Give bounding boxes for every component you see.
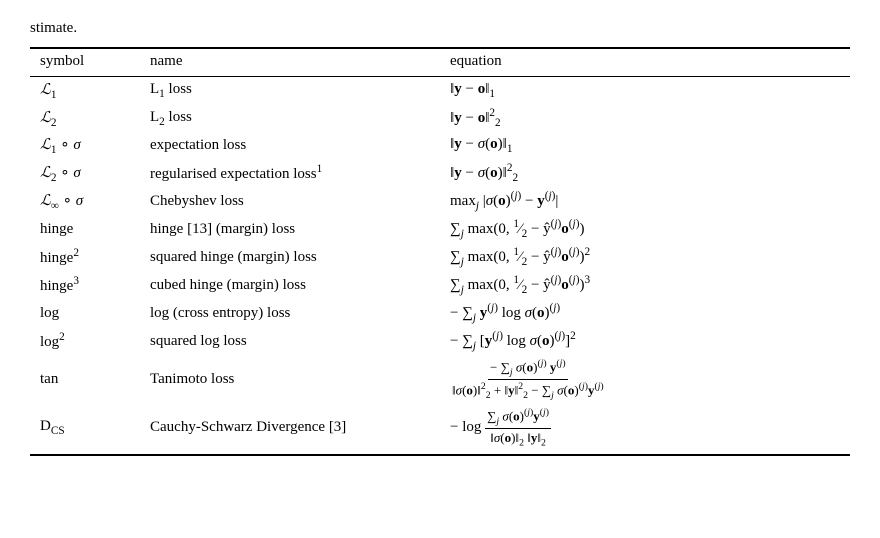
cell-symbol: hinge3 bbox=[30, 271, 140, 299]
table-row: ℒ2L2 loss‖y − o‖22 bbox=[30, 104, 850, 132]
cell-equation: ∑j max(0, 1⁄2 − ŷ(j)o(j))3 bbox=[440, 271, 850, 299]
cell-equation: − ∑j y(j) log σ(o)(j) bbox=[440, 299, 850, 327]
table-row: ℒ1 ∘ σexpectation loss‖y − σ(o)‖1 bbox=[30, 132, 850, 159]
cell-symbol: ℒ1 bbox=[30, 77, 140, 105]
cell-name: squared hinge (margin) loss bbox=[140, 243, 440, 271]
header-equation: equation bbox=[440, 48, 850, 77]
cell-equation: ‖y − o‖1 bbox=[440, 77, 850, 105]
cell-equation: − ∑j [y(j) log σ(o)(j)]2 bbox=[440, 327, 850, 355]
eq-denominator: ‖σ(o)‖22 + ‖y‖22 − ∑j σ(o)(j)y(j) bbox=[450, 380, 606, 401]
table-row: DCSCauchy-Schwarz Divergence [3]− log ∑j… bbox=[30, 404, 850, 456]
cell-name: Cauchy-Schwarz Divergence [3] bbox=[140, 404, 440, 456]
cell-symbol: ℒ1 ∘ σ bbox=[30, 132, 140, 159]
eq-numerator: − ∑j σ(o)(j) y(j) bbox=[488, 358, 568, 380]
cell-name: hinge [13] (margin) loss bbox=[140, 215, 440, 243]
cell-symbol: hinge bbox=[30, 215, 140, 243]
cell-symbol: tan bbox=[30, 355, 140, 404]
table-row: hingehinge [13] (margin) loss∑j max(0, 1… bbox=[30, 215, 850, 243]
cell-equation: − ∑j σ(o)(j) y(j) ‖σ(o)‖22 + ‖y‖22 − ∑j … bbox=[440, 355, 850, 404]
cell-symbol: ℒ2 ∘ σ bbox=[30, 159, 140, 187]
cell-name: cubed hinge (margin) loss bbox=[140, 271, 440, 299]
cell-equation: ∑j max(0, 1⁄2 − ŷ(j)o(j))2 bbox=[440, 243, 850, 271]
table-row: ℒ2 ∘ σregularised expectation loss1‖y − … bbox=[30, 159, 850, 187]
table-row: hinge2squared hinge (margin) loss∑j max(… bbox=[30, 243, 850, 271]
cell-name: log (cross entropy) loss bbox=[140, 299, 440, 327]
cell-equation: ∑j max(0, 1⁄2 − ŷ(j)o(j)) bbox=[440, 215, 850, 243]
eq-numerator: ∑j σ(o)(j)y(j) bbox=[485, 407, 551, 429]
table-row: loglog (cross entropy) loss− ∑j y(j) log… bbox=[30, 299, 850, 327]
loss-table: symbol name equation ℒ1L1 loss‖y − o‖1ℒ2… bbox=[30, 47, 850, 456]
header-name: name bbox=[140, 48, 440, 77]
loss-table-wrapper: symbol name equation ℒ1L1 loss‖y − o‖1ℒ2… bbox=[30, 47, 850, 456]
cell-symbol: ℒ2 bbox=[30, 104, 140, 132]
table-row: ℒ∞ ∘ σChebyshev lossmaxj |σ(o)(j) − y(j)… bbox=[30, 187, 850, 215]
intro-line: stimate. bbox=[30, 20, 850, 37]
eq-fraction: ∑j σ(o)(j)y(j) ‖σ(o)‖2 ‖y‖2 bbox=[485, 407, 551, 449]
cell-symbol: DCS bbox=[30, 404, 140, 456]
header-symbol: symbol bbox=[30, 48, 140, 77]
cell-name: squared log loss bbox=[140, 327, 440, 355]
cell-name: expectation loss bbox=[140, 132, 440, 159]
cell-equation: maxj |σ(o)(j) − y(j)| bbox=[440, 187, 850, 215]
table-row: tanTanimoto loss − ∑j σ(o)(j) y(j) ‖σ(o)… bbox=[30, 355, 850, 404]
cell-symbol: log2 bbox=[30, 327, 140, 355]
eq-prefix: − log bbox=[450, 419, 485, 435]
cell-equation: − log ∑j σ(o)(j)y(j) ‖σ(o)‖2 ‖y‖2 bbox=[440, 404, 850, 456]
cell-equation: ‖y − o‖22 bbox=[440, 104, 850, 132]
cell-equation: ‖y − σ(o)‖22 bbox=[440, 159, 850, 187]
table-row: log2squared log loss− ∑j [y(j) log σ(o)(… bbox=[30, 327, 850, 355]
cell-name: Tanimoto loss bbox=[140, 355, 440, 404]
cell-name: Chebyshev loss bbox=[140, 187, 440, 215]
cell-name: L2 loss bbox=[140, 104, 440, 132]
cell-name: L1 loss bbox=[140, 77, 440, 105]
cell-symbol: ℒ∞ ∘ σ bbox=[30, 187, 140, 215]
eq-denominator: ‖σ(o)‖2 ‖y‖2 bbox=[488, 429, 548, 449]
table-row: ℒ1L1 loss‖y − o‖1 bbox=[30, 77, 850, 105]
eq-fraction: − ∑j σ(o)(j) y(j) ‖σ(o)‖22 + ‖y‖22 − ∑j … bbox=[450, 358, 606, 401]
cell-name: regularised expectation loss1 bbox=[140, 159, 440, 187]
cell-symbol: hinge2 bbox=[30, 243, 140, 271]
cell-equation: ‖y − σ(o)‖1 bbox=[440, 132, 850, 159]
cell-symbol: log bbox=[30, 299, 140, 327]
table-row: hinge3cubed hinge (margin) loss∑j max(0,… bbox=[30, 271, 850, 299]
